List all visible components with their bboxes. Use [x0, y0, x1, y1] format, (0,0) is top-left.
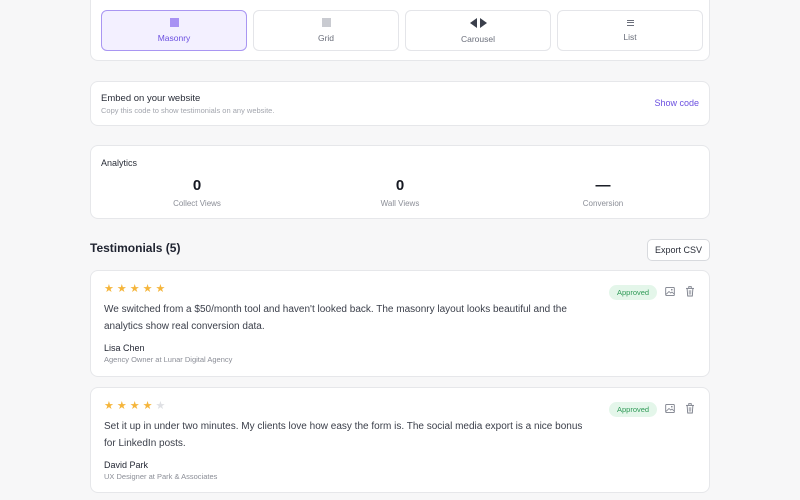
- star-filled-icon: ★: [142, 400, 153, 412]
- carousel-icon: [469, 17, 487, 28]
- testimonial-author: Lisa Chen: [104, 343, 145, 353]
- testimonials-heading: Testimonials (5): [90, 241, 181, 255]
- embed-title: Embed on your website: [101, 93, 201, 104]
- stat-value: 0: [192, 177, 202, 194]
- star-filled-icon: ★: [116, 400, 127, 412]
- testimonial-text: We switched from a $50/month tool and ha…: [104, 304, 567, 332]
- layout-option-label: Grid: [317, 33, 335, 43]
- stat-conversion: — Conversion: [533, 177, 673, 208]
- testimonial-card: ★ ★ ★ ★ ★ Set it up in under two minutes. My…: [90, 387, 710, 493]
- masonry-icon: [169, 18, 179, 27]
- testimonial-card: ★ ★ ★ ★ ★ We switched from a $50/month tool …: [90, 270, 710, 377]
- stat-value: —: [595, 177, 611, 194]
- trash-icon[interactable]: [685, 403, 695, 414]
- star-filled-icon: ★: [116, 283, 127, 295]
- star-filled-icon: ★: [155, 283, 166, 295]
- star-filled-icon: ★: [104, 283, 114, 295]
- layout-option-masonry[interactable]: Masonry: [101, 10, 247, 51]
- layout-option-list[interactable]: List: [557, 10, 703, 51]
- testimonial-text: Set it up in under two minutes. My clien…: [104, 421, 583, 449]
- stat-collect-views: 0 Collect Views: [127, 177, 267, 208]
- star-filled-icon: ★: [142, 283, 153, 295]
- stat-value: 0: [395, 177, 405, 194]
- embed-subtitle: Copy this code to show testimonials on a…: [101, 106, 275, 115]
- testimonial-role: UX Designer at Park & Associates: [104, 472, 218, 481]
- layout-option-label: Carousel: [460, 33, 496, 44]
- layout-selector-card: Masonry Grid Carousel List: [90, 0, 710, 61]
- stat-label: Conversion: [582, 199, 624, 208]
- star-filled-icon: ★: [129, 283, 140, 295]
- layout-option-grid[interactable]: Grid: [253, 10, 399, 51]
- testimonials-dashboard: Masonry Grid Carousel List Embed on your: [0, 0, 800, 500]
- analytics-card: Analytics 0 Collect Views 0 Wall Views —…: [90, 145, 710, 219]
- stat-label: Collect Views: [173, 199, 221, 208]
- status-badge: Approved: [609, 402, 658, 417]
- layout-option-label: Masonry: [157, 33, 191, 43]
- analytics-title: Analytics: [101, 158, 138, 168]
- image-icon[interactable]: [665, 286, 675, 297]
- stat-label: Wall Views: [380, 199, 420, 208]
- star-rating: ★ ★ ★ ★ ★: [104, 283, 165, 295]
- testimonial-author: David Park: [104, 460, 149, 470]
- trash-icon[interactable]: [685, 286, 695, 297]
- list-icon: [626, 19, 634, 26]
- star-filled-icon: ★: [104, 400, 114, 412]
- embed-card: Embed on your website Copy this code to …: [90, 81, 710, 126]
- image-icon[interactable]: [665, 403, 675, 414]
- star-filled-icon: ★: [129, 400, 140, 412]
- status-badge: Approved: [609, 285, 658, 300]
- star-empty-icon: ★: [155, 400, 166, 412]
- export-csv-button[interactable]: Export CSV: [647, 239, 710, 261]
- layout-option-carousel[interactable]: Carousel: [405, 10, 551, 51]
- star-rating: ★ ★ ★ ★ ★: [104, 400, 165, 412]
- testimonial-role: Agency Owner at Lunar Digital Agency: [104, 355, 233, 364]
- layout-option-label: List: [623, 31, 637, 42]
- stat-wall-views: 0 Wall Views: [330, 177, 470, 208]
- show-code-link[interactable]: Show code: [654, 98, 699, 108]
- layout-options: Masonry Grid Carousel List: [101, 10, 703, 51]
- grid-icon: [321, 18, 331, 27]
